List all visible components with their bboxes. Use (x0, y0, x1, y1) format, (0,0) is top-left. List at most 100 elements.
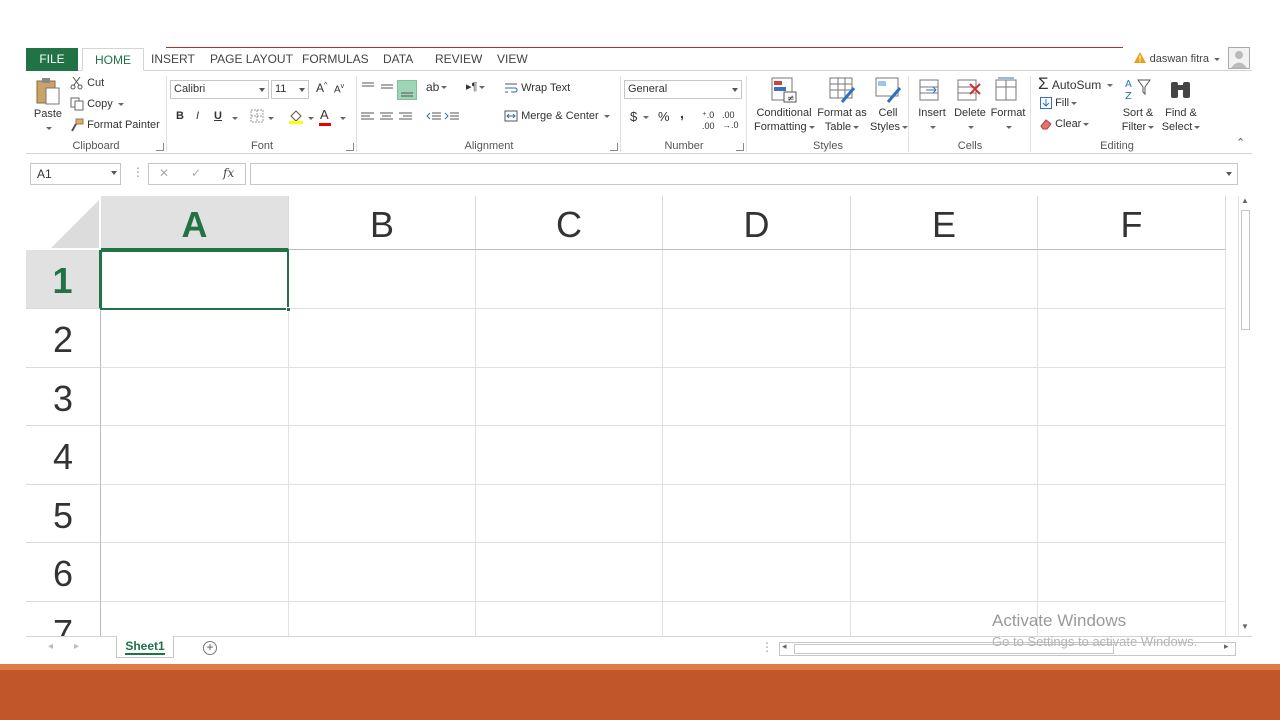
column-header-f[interactable]: F (1038, 196, 1226, 250)
align-top-icon[interactable] (360, 80, 376, 94)
more-options-icon[interactable]: ⋮ (132, 165, 144, 179)
column-header-b[interactable]: B (289, 196, 476, 250)
fill-button[interactable]: Fill (1040, 97, 1078, 110)
row-header-7[interactable]: 7 (26, 602, 101, 636)
row-header-1[interactable]: 1 (26, 250, 101, 309)
cell-a4[interactable] (101, 426, 289, 485)
cell-e3[interactable] (851, 368, 1038, 426)
clear-button[interactable]: Clear (1040, 118, 1090, 130)
sort-filter-icon[interactable]: AZ (1124, 76, 1152, 104)
format-button[interactable]: Format (990, 106, 1026, 134)
row-header-5[interactable]: 5 (26, 485, 101, 543)
cell-b6[interactable] (289, 543, 476, 602)
cell-f3[interactable] (1038, 368, 1226, 426)
cell-f4[interactable] (1038, 426, 1226, 485)
font-name-select[interactable]: Calibri (170, 80, 269, 99)
cell-styles-icon[interactable] (874, 76, 902, 104)
paragraph-direction-icon[interactable]: ▸¶ (466, 80, 486, 93)
chevron-down-icon[interactable] (340, 117, 346, 120)
cell-b2[interactable] (289, 309, 476, 368)
font-color-icon[interactable]: A (319, 107, 331, 126)
increase-indent-icon[interactable] (444, 110, 460, 124)
column-header-a[interactable]: A (101, 196, 289, 250)
cell-styles-button[interactable]: Cell Styles (870, 106, 908, 134)
delete-cells-icon[interactable] (956, 76, 982, 104)
tab-insert[interactable]: INSERT (139, 48, 207, 71)
cell-c3[interactable] (476, 368, 663, 426)
conditional-formatting-icon[interactable]: ≠ (770, 76, 798, 104)
cell-c7[interactable] (476, 602, 663, 636)
bold-button[interactable]: B (176, 110, 184, 122)
vertical-scrollbar[interactable]: ▲ ▼ (1238, 196, 1252, 636)
chevron-down-icon[interactable] (1226, 172, 1232, 176)
binoculars-icon[interactable] (1168, 76, 1194, 104)
scroll-up-icon[interactable]: ▲ (1241, 196, 1249, 205)
cell-d3[interactable] (663, 368, 851, 426)
format-as-table-icon[interactable] (828, 76, 856, 104)
cell-b5[interactable] (289, 485, 476, 543)
fill-color-icon[interactable] (288, 108, 304, 124)
chevron-down-icon[interactable] (308, 117, 314, 120)
cell-d7[interactable] (663, 602, 851, 636)
insert-cells-icon[interactable] (918, 76, 944, 104)
italic-button[interactable]: I (196, 110, 199, 122)
currency-button[interactable]: $ (630, 109, 649, 124)
decrease-indent-icon[interactable] (426, 110, 442, 124)
tab-review[interactable]: REVIEW (423, 48, 494, 71)
scroll-down-icon[interactable]: ▼ (1241, 622, 1249, 631)
cell-c2[interactable] (476, 309, 663, 368)
cell-e2[interactable] (851, 309, 1038, 368)
align-center-icon[interactable] (379, 110, 395, 124)
cell-c6[interactable] (476, 543, 663, 602)
scroll-left-icon[interactable]: ◂ (782, 641, 787, 652)
font-size-select[interactable]: 11 (271, 80, 309, 99)
clipboard-launcher-icon[interactable] (156, 143, 164, 151)
copy-button[interactable]: Copy (70, 97, 124, 111)
cell-e4[interactable] (851, 426, 1038, 485)
cancel-icon[interactable]: ✕ (159, 166, 169, 180)
tab-file[interactable]: FILE (26, 48, 78, 71)
conditional-formatting-button[interactable]: Conditional Formatting (754, 106, 815, 134)
insert-function-button[interactable]: fx (223, 166, 234, 180)
tab-page-layout[interactable]: PAGE LAYOUT (198, 48, 305, 71)
insert-button[interactable]: Insert (914, 106, 950, 134)
increase-font-button[interactable]: A^ (316, 81, 327, 95)
row-header-4[interactable]: 4 (26, 426, 101, 485)
delete-button[interactable]: Delete (952, 106, 988, 134)
format-cells-icon[interactable] (994, 76, 1020, 104)
cell-a2[interactable] (101, 309, 289, 368)
font-launcher-icon[interactable] (346, 143, 354, 151)
alignment-launcher-icon[interactable] (610, 143, 618, 151)
paste-button[interactable]: Paste (30, 107, 66, 135)
active-cell-a1[interactable] (100, 250, 291, 312)
percent-button[interactable]: % (658, 109, 670, 124)
cell-d6[interactable] (663, 543, 851, 602)
tab-data[interactable]: DATA (371, 48, 425, 71)
chevron-down-icon[interactable] (232, 117, 238, 120)
chevron-down-icon[interactable] (268, 117, 274, 120)
cell-e6[interactable] (851, 543, 1038, 602)
cell-e1[interactable] (851, 250, 1038, 309)
cut-button[interactable]: Cut (70, 76, 104, 90)
column-header-c[interactable]: C (476, 196, 663, 250)
avatar[interactable] (1228, 47, 1250, 69)
sort-filter-button[interactable]: Sort & Filter (1118, 106, 1158, 134)
cell-c5[interactable] (476, 485, 663, 543)
decrease-font-button[interactable]: Av (334, 83, 344, 95)
cell-a3[interactable] (101, 368, 289, 426)
cell-d1[interactable] (663, 250, 851, 309)
formula-input[interactable] (250, 163, 1238, 185)
number-format-select[interactable]: General (624, 80, 742, 99)
format-painter-button[interactable]: Format Painter (70, 118, 160, 132)
increase-decimal-icon[interactable]: ⁺.0.00 (702, 110, 715, 131)
user-account[interactable]: daswan fitra (1133, 51, 1220, 65)
cell-c4[interactable] (476, 426, 663, 485)
align-bottom-button[interactable] (397, 80, 417, 100)
split-handle-icon[interactable]: ⋮ (761, 640, 773, 654)
cell-d2[interactable] (663, 309, 851, 368)
comma-button[interactable]: , (680, 105, 684, 121)
cell-a5[interactable] (101, 485, 289, 543)
cell-d4[interactable] (663, 426, 851, 485)
cell-f2[interactable] (1038, 309, 1226, 368)
cell-b7[interactable] (289, 602, 476, 636)
